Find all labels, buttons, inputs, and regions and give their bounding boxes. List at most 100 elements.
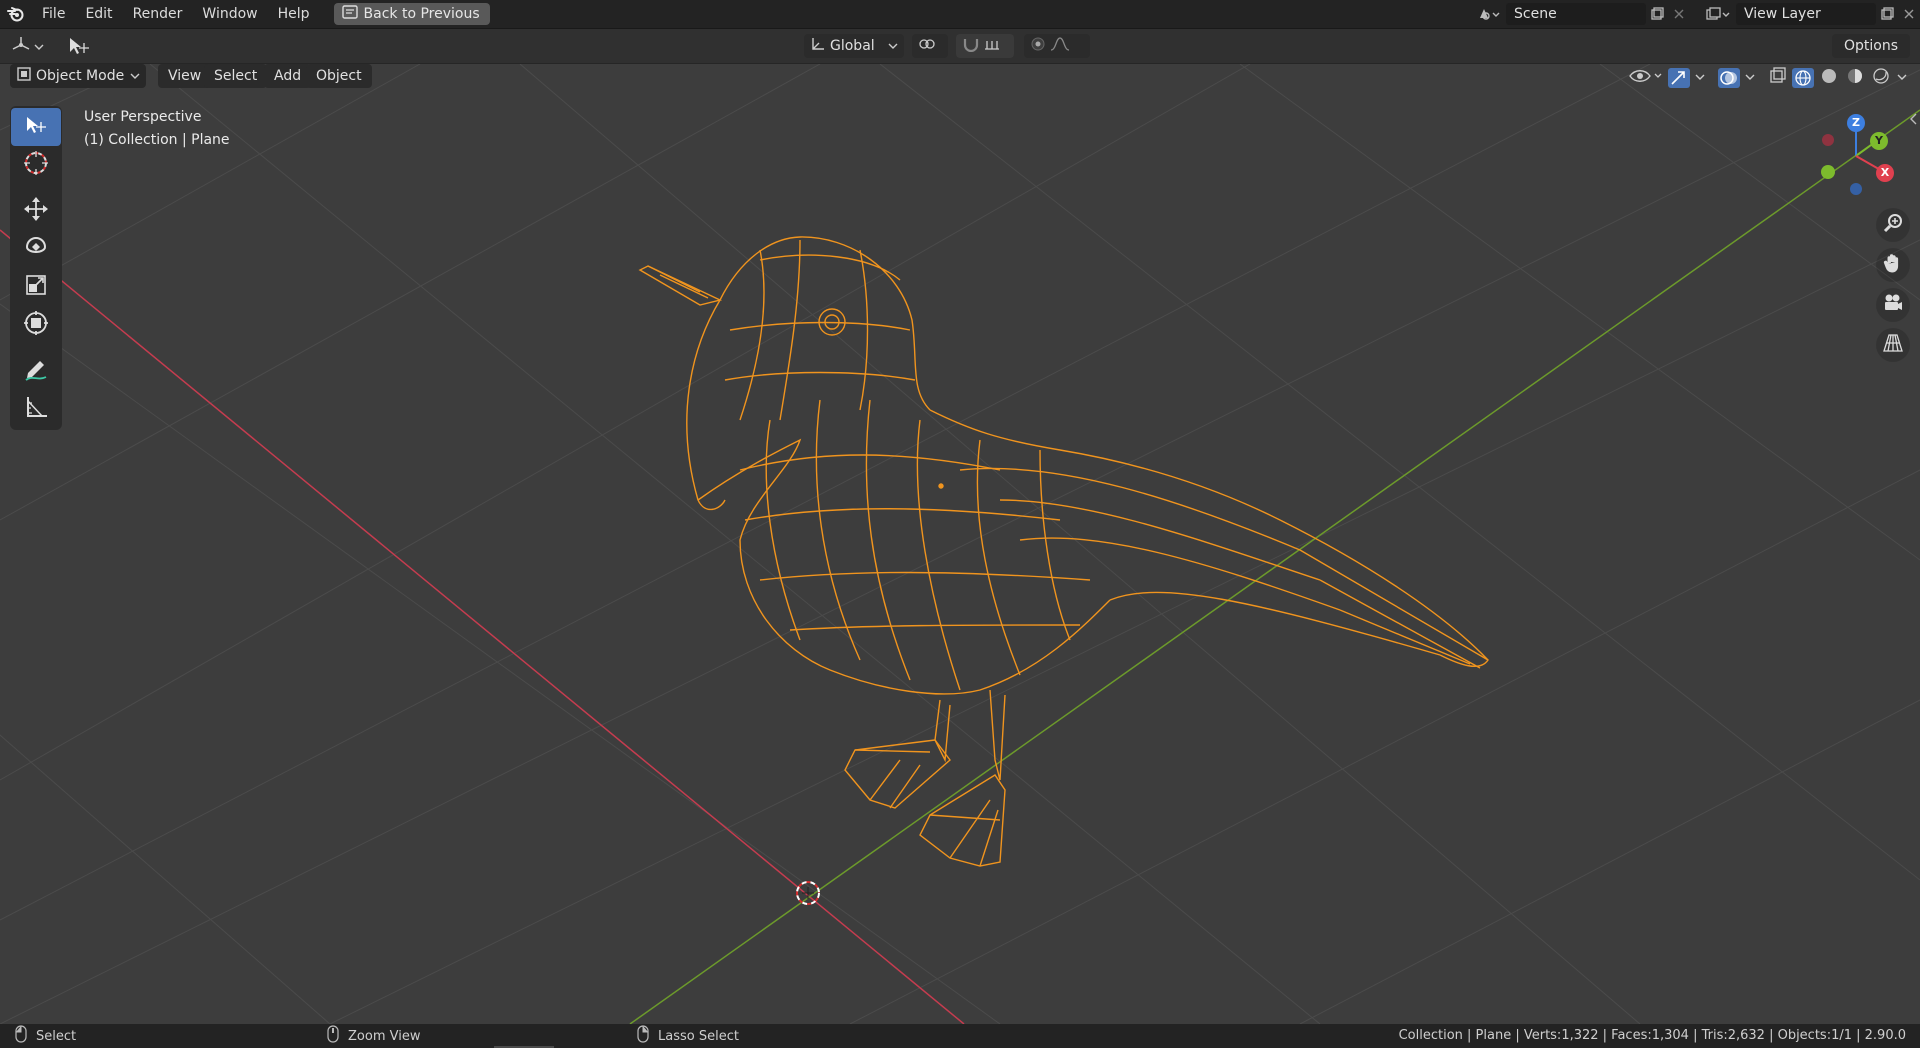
x-axis-handle[interactable]: X: [1876, 164, 1894, 182]
scale-icon: [22, 271, 50, 303]
object-mode-icon: [16, 66, 32, 86]
status-zoom-label: Zoom View: [348, 1028, 421, 1044]
status-lasso: Lasso Select: [636, 1024, 739, 1048]
xray-toggle-icon[interactable]: [1768, 66, 1788, 90]
status-zoom: Zoom View: [326, 1024, 420, 1048]
menu-help[interactable]: Help: [268, 0, 320, 28]
add-menu[interactable]: Add: [264, 64, 312, 88]
falloff-curve-icon: [1050, 36, 1072, 56]
orientation-axes-icon: [810, 36, 826, 56]
screen-back-icon: [341, 5, 358, 23]
camera-view-button[interactable]: [1876, 288, 1910, 322]
perspective-label: User Perspective: [84, 109, 202, 125]
3d-viewport[interactable]: Object Mode View Select Add Object: [0, 64, 1920, 1024]
neg-x-axis-dot: [1822, 134, 1834, 146]
neg-z-axis-dot: [1850, 183, 1862, 195]
transform-tool[interactable]: [11, 306, 61, 344]
snapping-dropdown[interactable]: [956, 34, 1014, 58]
viewport-canvas[interactable]: [0, 64, 1920, 1024]
measure-tool[interactable]: [11, 390, 61, 428]
mouse-right-icon: [636, 1025, 650, 1047]
proportional-editing-dropdown[interactable]: [1024, 34, 1090, 58]
status-bar: Select Zoom View Lasso Select Collection…: [0, 1024, 1920, 1048]
proportional-editing-icon: [1030, 36, 1046, 56]
neg-y-axis-dot: [1821, 165, 1835, 179]
remove-view-layer-icon[interactable]: [1898, 3, 1920, 25]
viewport-navigation: [1876, 208, 1910, 362]
object-mode-dropdown[interactable]: Object Mode: [10, 64, 146, 88]
bird-mesh-wireframe: [638, 236, 1489, 867]
annotate-tool[interactable]: [11, 352, 61, 390]
grid-perspective-icon: [1882, 332, 1904, 358]
menu-window[interactable]: Window: [192, 0, 267, 28]
editor-type-button[interactable]: [10, 35, 44, 59]
y-axis-line: [629, 109, 1920, 1024]
zoom-button[interactable]: [1876, 208, 1910, 242]
select-box-icon: [23, 114, 49, 140]
solid-shading-icon[interactable]: [1818, 66, 1840, 90]
object-mode-label: Object Mode: [36, 68, 125, 84]
snap-increment-icon: [984, 37, 1000, 55]
menu-edit[interactable]: Edit: [75, 0, 122, 28]
object-menu[interactable]: Object: [306, 64, 372, 88]
perspective-toggle-button[interactable]: [1876, 328, 1910, 362]
chevron-down-icon[interactable]: [1896, 70, 1908, 86]
new-scene-icon[interactable]: [1646, 3, 1668, 25]
blender-logo-icon[interactable]: [0, 0, 32, 28]
new-view-layer-icon[interactable]: [1876, 3, 1898, 25]
chevron-down-icon[interactable]: [1744, 70, 1756, 86]
rendered-shading-icon[interactable]: [1870, 66, 1892, 90]
magnifier-plus-icon: [1882, 212, 1904, 238]
cursor-tool[interactable]: [11, 146, 61, 184]
options-label: Options: [1843, 38, 1899, 54]
menu-render[interactable]: Render: [123, 0, 193, 28]
remove-scene-icon[interactable]: [1668, 3, 1690, 25]
menu-file[interactable]: File: [32, 0, 75, 28]
hand-icon: [1882, 252, 1904, 278]
select-box-tool[interactable]: [11, 108, 61, 146]
scene-browse-icon[interactable]: [1472, 3, 1506, 25]
back-to-previous-label: Back to Previous: [363, 6, 480, 22]
mouse-left-icon: [14, 1025, 28, 1047]
sidebar-toggle-icon[interactable]: [1908, 112, 1918, 130]
y-axis-handle[interactable]: Y: [1870, 132, 1888, 150]
back-to-previous-button[interactable]: Back to Previous: [333, 3, 490, 25]
select-box-tool-icon[interactable]: [66, 35, 92, 61]
view-layer-field[interactable]: View Layer: [1736, 3, 1876, 25]
move-tool[interactable]: [11, 192, 61, 230]
transform-orientation-dropdown[interactable]: Global: [804, 34, 904, 58]
scene-selector-area: Scene View Layer: [1472, 0, 1920, 28]
tool-shelf: [10, 106, 62, 430]
wireframe-shading-icon[interactable]: [1792, 68, 1814, 88]
3d-viewport-icon: [10, 35, 32, 59]
z-axis-handle[interactable]: Z: [1847, 114, 1865, 132]
tool-header: Global Options: [0, 29, 1920, 64]
scale-tool[interactable]: [11, 268, 61, 306]
rotate-icon: [22, 233, 50, 265]
navigation-gizmo[interactable]: Z Y X: [1818, 112, 1908, 202]
pivot-point-dropdown[interactable]: [912, 34, 948, 58]
view-layer-browse-icon[interactable]: [1698, 3, 1736, 25]
select-menu[interactable]: Select: [204, 64, 268, 88]
scene-statistics: Collection | Plane | Verts:1,322 | Faces…: [1398, 1028, 1906, 1043]
gizmo-toggle-icon[interactable]: [1668, 68, 1690, 88]
camera-icon: [1882, 292, 1904, 318]
chevron-down-icon: [34, 39, 44, 55]
viewport-shading-controls: [1628, 66, 1908, 90]
chevron-down-icon[interactable]: [1694, 70, 1706, 86]
status-select-label: Select: [36, 1028, 77, 1044]
scene-name-field[interactable]: Scene: [1506, 3, 1646, 25]
chevron-down-icon: [888, 38, 898, 54]
rotate-tool[interactable]: [11, 230, 61, 268]
x-axis-line: [0, 229, 965, 1024]
magnet-icon: [962, 36, 980, 56]
pan-button[interactable]: [1876, 248, 1910, 282]
3d-cursor-icon: [22, 149, 50, 181]
status-select: Select: [14, 1024, 76, 1048]
viewport-info-text: User Perspective (1) Collection | Plane: [84, 106, 230, 152]
material-preview-shading-icon[interactable]: [1844, 66, 1866, 90]
options-dropdown[interactable]: Options: [1832, 34, 1910, 58]
visibility-eye-icon[interactable]: [1628, 66, 1664, 90]
transform-orientation-label: Global: [830, 38, 875, 54]
overlays-toggle-icon[interactable]: [1718, 68, 1740, 88]
